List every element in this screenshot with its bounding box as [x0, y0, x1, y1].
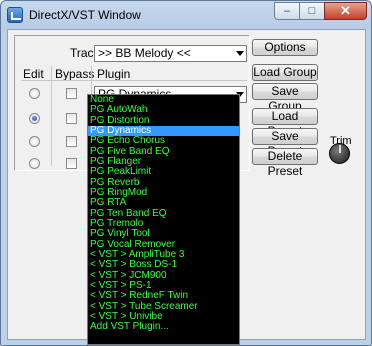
plugin-list-item[interactable]: Add VST Plugin... [88, 321, 239, 332]
minimize-icon: – [283, 5, 291, 17]
close-button[interactable]: ✕ [324, 2, 367, 20]
load-group-button[interactable]: Load Group [252, 64, 318, 81]
track-select[interactable]: >> BB Melody << [94, 45, 247, 62]
bypass-checkbox-slot-3[interactable] [66, 136, 77, 147]
close-icon: ✕ [340, 3, 351, 18]
maximize-button[interactable]: □ [299, 2, 325, 20]
edit-radio-slot-1[interactable] [29, 88, 40, 99]
bypass-checkbox-slot-2[interactable] [66, 113, 77, 124]
bypass-checkbox-slot-1[interactable] [66, 88, 77, 99]
edit-radio-slot-3[interactable] [29, 136, 40, 147]
caption-buttons: – □ ✕ [274, 2, 367, 20]
bypass-checkbox-slot-4[interactable] [66, 158, 77, 169]
header-divider [21, 80, 247, 81]
column-divider [51, 66, 52, 166]
plugin-dropdown-list[interactable]: None PG AutoWah PG Distortion PG Dynamics PG… [87, 94, 240, 345]
directx-vst-window: DirectX/VST Window – □ ✕ Track >> BB Mel… [0, 0, 372, 346]
chevron-down-icon [236, 51, 244, 56]
load-preset-button[interactable]: Load Preset [252, 108, 318, 138]
window-title: DirectX/VST Window [29, 8, 141, 22]
save-group-button[interactable]: Save Group [252, 83, 318, 113]
options-button[interactable]: Options [252, 39, 318, 56]
maximize-icon: □ [308, 5, 316, 17]
delete-preset-button[interactable]: Delete Preset [252, 148, 318, 178]
bypass-column-header: Bypass [55, 67, 95, 81]
edit-radio-slot-2[interactable] [29, 113, 40, 124]
track-select-value: >> BB Melody << [98, 46, 191, 60]
plugin-list-item[interactable]: < VST > RedneF Twin [88, 290, 239, 301]
title-bar[interactable]: DirectX/VST Window – □ ✕ [1, 1, 371, 29]
edit-column-header: Edit [23, 67, 44, 81]
save-preset-button[interactable]: Save Preset [252, 128, 318, 158]
minimize-button[interactable]: – [274, 2, 300, 20]
plugin-column-header: Plugin [97, 67, 131, 81]
edit-radio-slot-4[interactable] [29, 158, 40, 169]
app-icon [7, 7, 23, 23]
trim-knob[interactable] [329, 143, 350, 164]
